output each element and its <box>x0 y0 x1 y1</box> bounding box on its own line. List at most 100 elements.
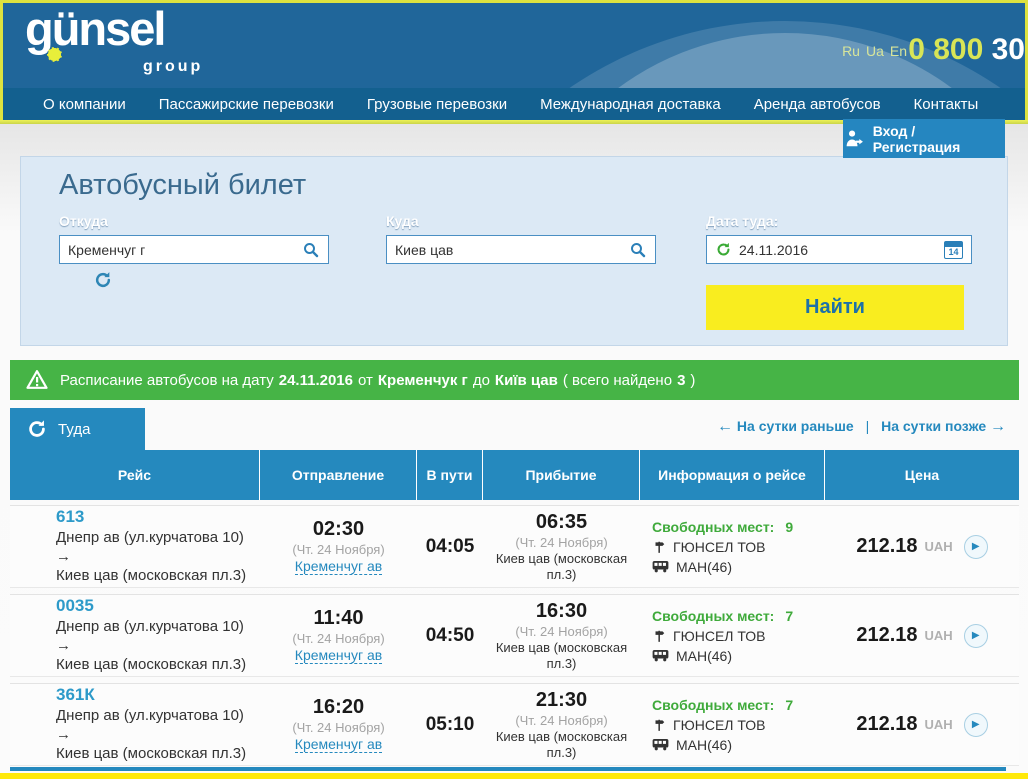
bus-icon <box>652 649 669 662</box>
seats-label: Свободных мест: <box>652 519 774 535</box>
seats-count: 7 <box>785 608 793 624</box>
lang-ru-link[interactable]: Ru <box>842 43 860 59</box>
day-navigation: ← На сутки раньше | На сутки позже → <box>717 418 1006 436</box>
header-price: Цена <box>825 450 1019 500</box>
flight-number-link[interactable]: 0035 <box>56 596 260 616</box>
price-currency: UAH <box>925 539 953 554</box>
lang-ua-link[interactable]: Ua <box>866 43 884 59</box>
schedule-result-banner: Расписание автобусов на дату 24.11.2016 … <box>10 360 1019 400</box>
calendar-icon[interactable]: 14 <box>944 241 963 259</box>
results-table-body: 613 Днепр ав (ул.курчатова 10) → Киев ца… <box>10 505 1019 772</box>
flight-number-link[interactable]: 361К <box>56 685 260 705</box>
refresh-date-icon[interactable] <box>715 241 732 258</box>
table-row: 0035 Днепр ав (ул.курчатова 10) → Киев ц… <box>10 594 1019 677</box>
lang-en-link[interactable]: En <box>890 43 907 59</box>
next-day-link[interactable]: На сутки позже <box>881 418 986 434</box>
departure-date: (Чт. 24 Ноября) <box>292 542 384 557</box>
route-line-2: Киев цав (московская пл.3) <box>56 567 260 586</box>
logo-subtext: group <box>143 59 203 75</box>
route-line-2: Киев цав (московская пл.3) <box>56 745 260 764</box>
results-table-header: Рейс Отправление В пути Прибытие Информа… <box>10 450 1019 500</box>
departure-station-link[interactable]: Кременчуг ав <box>295 736 382 753</box>
nav-item-international[interactable]: Международная доставка <box>540 96 721 113</box>
expand-details-icon[interactable]: ▶ <box>964 535 988 559</box>
nav-item-passenger[interactable]: Пассажирские перевозки <box>159 96 334 113</box>
arrival-date: (Чт. 24 Ноября) <box>515 624 607 639</box>
phone-part-1: 0 800 <box>908 33 983 66</box>
logo-globe-icon <box>47 47 62 62</box>
logo[interactable]: günsel group <box>25 5 164 52</box>
expand-details-icon[interactable]: ▶ <box>964 624 988 648</box>
tab-tuda[interactable]: Туда <box>10 408 145 450</box>
from-label: Откуда <box>59 213 108 229</box>
direction-arrow-icon <box>26 418 48 440</box>
from-input[interactable]: Кременчуг г <box>59 235 329 264</box>
language-switcher: Ru Ua En <box>836 43 907 59</box>
page-top-border <box>0 0 1028 3</box>
departure-time: 16:20 <box>313 696 364 719</box>
content: Вход / Регистрация Автобусный билет Отку… <box>0 124 1028 773</box>
phone-part-2: 30 <box>992 33 1025 66</box>
price-value: 212.18 <box>856 624 917 647</box>
arrival-station: Киев цав (московская пл.3) <box>487 640 637 671</box>
date-value: 24.11.2016 <box>739 242 944 258</box>
page: günsel group Ru Ua En 0 800 30 О компании … <box>0 0 1028 779</box>
banner-to: Київ цав <box>495 372 558 389</box>
bus-icon <box>652 738 669 751</box>
arrival-station: Киев цав (московская пл.3) <box>487 551 637 582</box>
prev-day-link[interactable]: На сутки раньше <box>737 418 854 434</box>
banner-date: 24.11.2016 <box>279 372 353 389</box>
bus-model: МАН(46) <box>676 648 732 664</box>
signpost-icon <box>652 629 666 643</box>
carrier-name: ГЮНСЕЛ ТОВ <box>673 717 766 733</box>
travel-duration: 04:50 <box>426 625 475 647</box>
table-row: 613 Днепр ав (ул.курчатова 10) → Киев ца… <box>10 505 1019 588</box>
main-nav: О компании Пассажирские перевозки Грузов… <box>0 88 1028 120</box>
search-icon[interactable] <box>302 241 320 259</box>
route-line-1: Днепр ав (ул.курчатова 10) → <box>56 529 260 567</box>
nav-item-rental[interactable]: Аренда автобусов <box>754 96 881 113</box>
from-value: Кременчуг г <box>68 242 302 258</box>
arrival-date: (Чт. 24 Ноября) <box>515 535 607 550</box>
panel-title: Автобусный билет <box>59 169 306 202</box>
bus-model: МАН(46) <box>676 559 732 575</box>
nav-item-cargo[interactable]: Грузовые перевозки <box>367 96 507 113</box>
route-line-1: Днепр ав (ул.курчатова 10) → <box>56 618 260 656</box>
departure-time: 02:30 <box>313 518 364 541</box>
header-arrival: Прибытие <box>483 450 640 500</box>
banner-count: 3 <box>677 372 685 389</box>
nav-item-contacts[interactable]: Контакты <box>914 96 979 113</box>
carrier-name: ГЮНСЕЛ ТОВ <box>673 539 766 555</box>
banner-text-5: ) <box>690 372 695 389</box>
route-line-1: Днепр ав (ул.курчатова 10) → <box>56 707 260 745</box>
header-info: Информация о рейсе <box>640 450 825 500</box>
departure-date: (Чт. 24 Ноября) <box>292 720 384 735</box>
departure-station-link[interactable]: Кременчуг ав <box>295 647 382 664</box>
flight-number-link[interactable]: 613 <box>56 507 260 527</box>
signpost-icon <box>652 540 666 554</box>
to-input[interactable]: Киев цав <box>386 235 656 264</box>
travel-duration: 05:10 <box>426 714 475 736</box>
logo-text: günsel <box>25 5 164 52</box>
search-submit-button[interactable]: Найти <box>706 285 964 330</box>
day-nav-separator: | <box>866 418 870 434</box>
seats-label: Свободных мест: <box>652 697 774 713</box>
to-label: Куда <box>386 213 419 229</box>
prev-day-arrow-icon[interactable]: ← <box>717 418 733 435</box>
next-day-arrow-icon[interactable]: → <box>990 418 1006 435</box>
price-currency: UAH <box>925 717 953 732</box>
login-register-button[interactable]: Вход / Регистрация <box>843 119 1005 158</box>
swap-stations-icon[interactable] <box>93 270 113 295</box>
bus-icon <box>652 560 669 573</box>
table-row: 361К Днепр ав (ул.курчатова 10) → Киев ц… <box>10 683 1019 766</box>
price-value: 212.18 <box>856 535 917 558</box>
calendar-day: 14 <box>948 247 958 258</box>
nav-item-about[interactable]: О компании <box>43 96 126 113</box>
date-input[interactable]: 24.11.2016 14 <box>706 235 972 264</box>
departure-station-link[interactable]: Кременчуг ав <box>295 558 382 575</box>
search-icon[interactable] <box>629 241 647 259</box>
arrival-time: 06:35 <box>536 511 587 534</box>
ticket-search-panel: Автобусный билет Откуда Кременчуг г Куда… <box>20 156 1008 346</box>
seats-label: Свободных мест: <box>652 608 774 624</box>
expand-details-icon[interactable]: ▶ <box>964 713 988 737</box>
